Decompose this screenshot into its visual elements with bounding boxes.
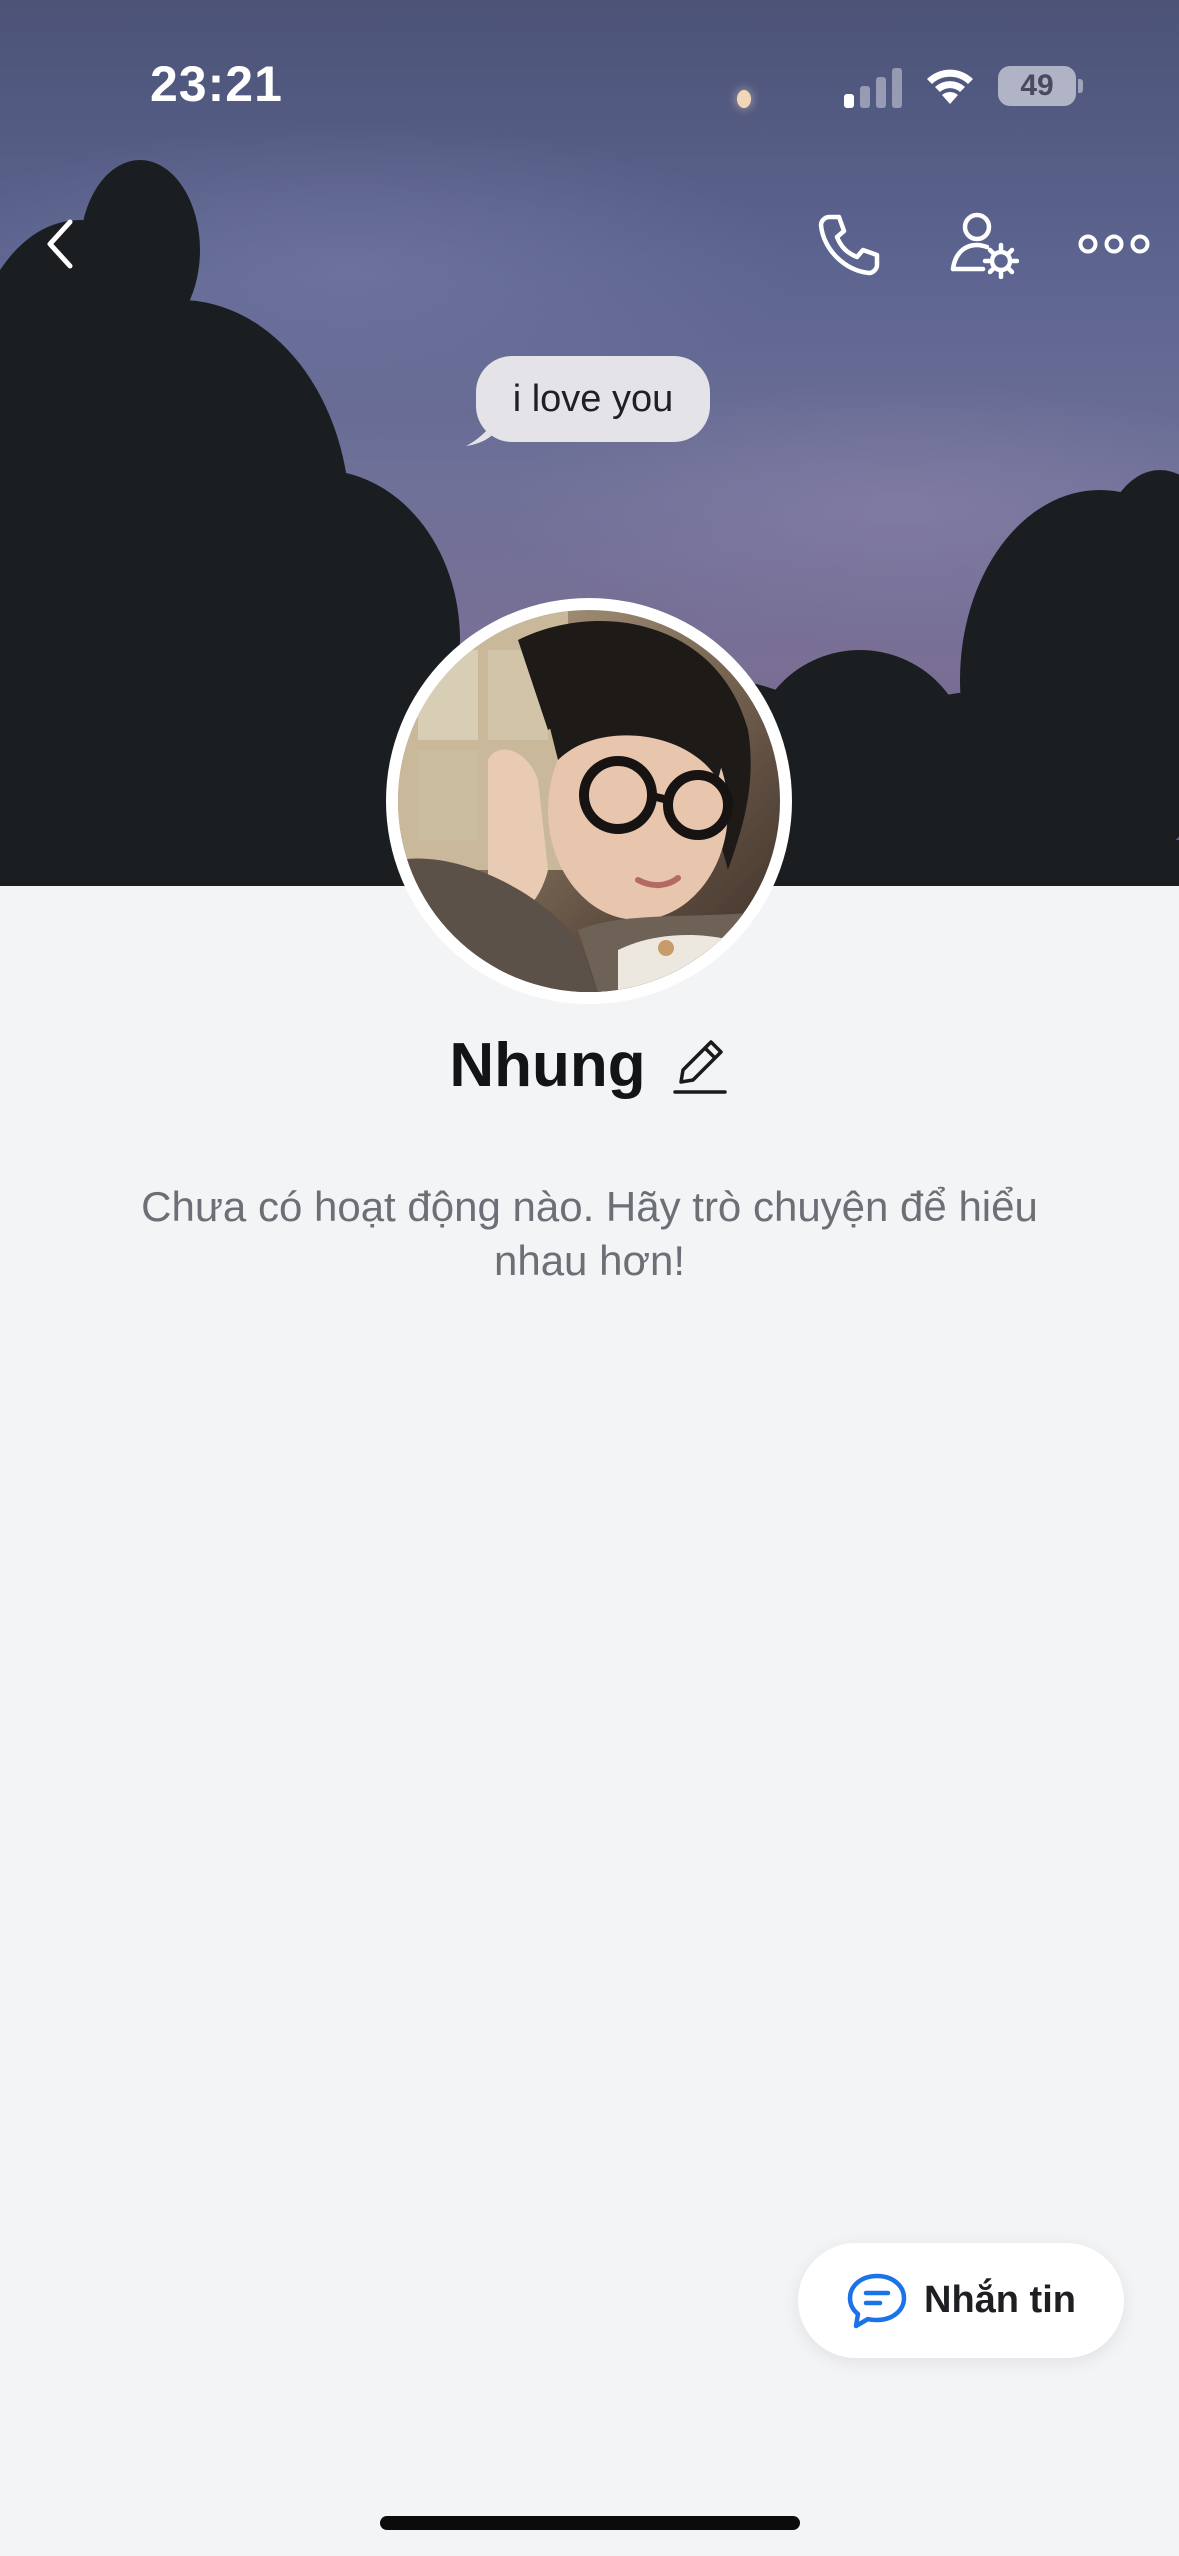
profile-name-row: Nhung xyxy=(0,1030,1179,1101)
back-button[interactable] xyxy=(20,204,100,284)
chevron-left-icon xyxy=(47,219,73,269)
pencil-icon xyxy=(672,1039,727,1094)
call-button[interactable] xyxy=(808,204,888,284)
cellular-signal-icon xyxy=(844,64,906,108)
home-indicator[interactable] xyxy=(380,2516,800,2530)
more-horizontal-icon xyxy=(1078,234,1150,254)
send-message-button[interactable]: Nhắn tin xyxy=(798,2243,1124,2358)
profile-screen: i love you 23:21 49 Nhung Chưa có hoạt đ… xyxy=(0,0,1179,2556)
chat-bubble-icon xyxy=(847,2273,907,2328)
avatar-photo xyxy=(398,610,780,992)
status-time: 23:21 xyxy=(150,56,283,112)
user-settings-icon xyxy=(950,212,1019,279)
edit-name-button[interactable] xyxy=(670,1036,730,1096)
send-message-label: Nhắn tin xyxy=(924,2279,1076,2321)
battery-level: 49 xyxy=(998,66,1076,106)
empty-activity-message: Chưa có hoạt động nào. Hãy trò chuyện để… xyxy=(141,1183,1038,1284)
battery-tip xyxy=(1078,79,1083,93)
wifi-icon xyxy=(927,69,973,104)
profile-settings-button[interactable] xyxy=(944,204,1024,284)
phone-icon xyxy=(818,214,880,276)
avatar[interactable] xyxy=(386,598,792,1004)
profile-name: Nhung xyxy=(449,1031,646,1100)
cover-speech-bubble: i love you xyxy=(476,356,710,442)
more-options-button[interactable] xyxy=(1074,204,1154,284)
